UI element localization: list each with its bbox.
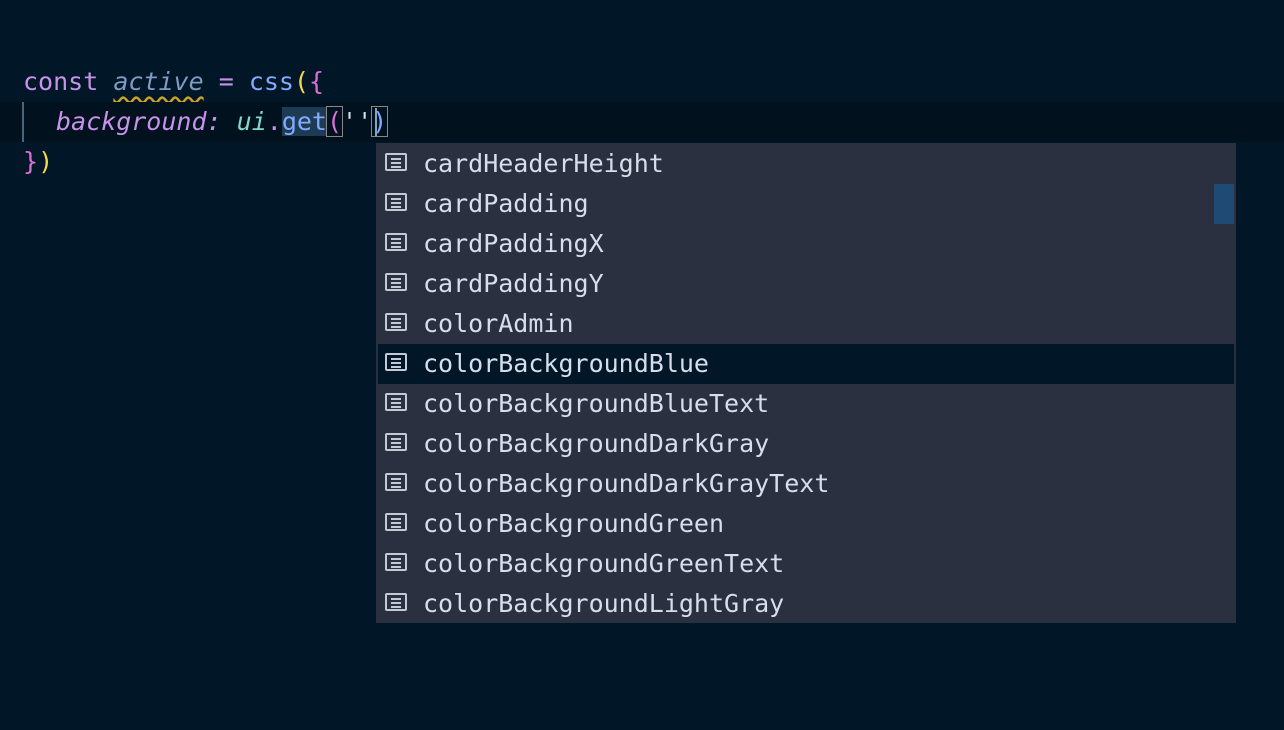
open-paren-matched: ( xyxy=(325,106,344,137)
property-background: background xyxy=(56,107,207,136)
suggestion-item[interactable]: colorBackgroundGreenText xyxy=(378,544,1234,584)
value-icon xyxy=(385,313,407,331)
function-css: css xyxy=(248,67,294,96)
variable-active: active xyxy=(113,67,204,96)
suggestion-item[interactable]: colorBackgroundGreen xyxy=(378,504,1234,544)
suggestion-item[interactable]: cardPaddingY xyxy=(378,264,1234,304)
value-icon xyxy=(385,433,407,451)
code-line-1[interactable]: const active = css({ xyxy=(0,62,1284,102)
indent-guide xyxy=(22,102,24,142)
suggestion-item[interactable]: cardPadding xyxy=(378,184,1234,224)
keyword-const: const xyxy=(23,67,99,96)
suggestion-label: cardPaddingY xyxy=(423,269,604,298)
suggestion-label: colorBackgroundDarkGray xyxy=(423,429,770,458)
suggestion-item[interactable]: colorBackgroundBlue xyxy=(378,344,1234,384)
value-icon xyxy=(385,473,407,491)
colon: : xyxy=(206,107,222,136)
value-icon xyxy=(385,193,407,211)
suggestion-item[interactable]: colorBackgroundDarkGray xyxy=(378,424,1234,464)
suggestion-label: colorBackgroundGreenText xyxy=(423,549,785,578)
suggestion-item[interactable]: cardPaddingX xyxy=(378,224,1234,264)
suggestion-label: cardPaddingX xyxy=(423,229,604,258)
value-icon xyxy=(385,233,407,251)
value-icon xyxy=(385,393,407,411)
suggestion-item[interactable]: colorBackgroundLightGray xyxy=(378,584,1234,623)
dot: . xyxy=(266,107,282,136)
object-ui: ui xyxy=(236,107,267,136)
open-brace: { xyxy=(309,67,325,96)
value-icon xyxy=(385,513,407,531)
close-paren: ) xyxy=(38,147,54,176)
suggestion-label: colorBackgroundBlueText xyxy=(423,389,770,418)
suggestion-item[interactable]: colorAdmin xyxy=(378,304,1234,344)
method-get: get xyxy=(281,107,327,136)
suggestion-label: colorAdmin xyxy=(423,309,574,338)
suggestion-label: cardPadding xyxy=(423,189,589,218)
suggestion-item[interactable]: colorBackgroundBlueText xyxy=(378,384,1234,424)
text-cursor xyxy=(375,108,377,136)
suggestion-label: colorBackgroundGreen xyxy=(423,509,725,538)
suggestion-label: colorBackgroundBlue xyxy=(423,349,709,378)
suggestion-label: cardHeaderHeight xyxy=(423,149,664,178)
suggestion-scrollbar-thumb[interactable] xyxy=(1214,184,1234,224)
value-icon xyxy=(385,273,407,291)
code-line-2-current[interactable]: background: ui.get('') xyxy=(0,102,1284,142)
suggestion-label: colorBackgroundLightGray xyxy=(423,589,785,618)
suggestion-item[interactable]: colorBackgroundDarkGrayText xyxy=(378,464,1234,504)
string-literal: '' xyxy=(342,107,373,136)
autocomplete-suggestion-list[interactable]: cardHeaderHeight cardPadding cardPaddingX c… xyxy=(376,143,1236,623)
value-icon xyxy=(385,553,407,571)
operator-equals: = xyxy=(218,67,234,96)
open-paren: ( xyxy=(293,67,310,96)
suggestion-label: colorBackgroundDarkGrayText xyxy=(423,469,830,498)
close-brace: } xyxy=(23,147,39,176)
value-icon xyxy=(385,593,407,611)
value-icon xyxy=(385,153,407,171)
suggestion-item[interactable]: cardHeaderHeight xyxy=(378,144,1234,184)
value-icon xyxy=(385,353,407,371)
